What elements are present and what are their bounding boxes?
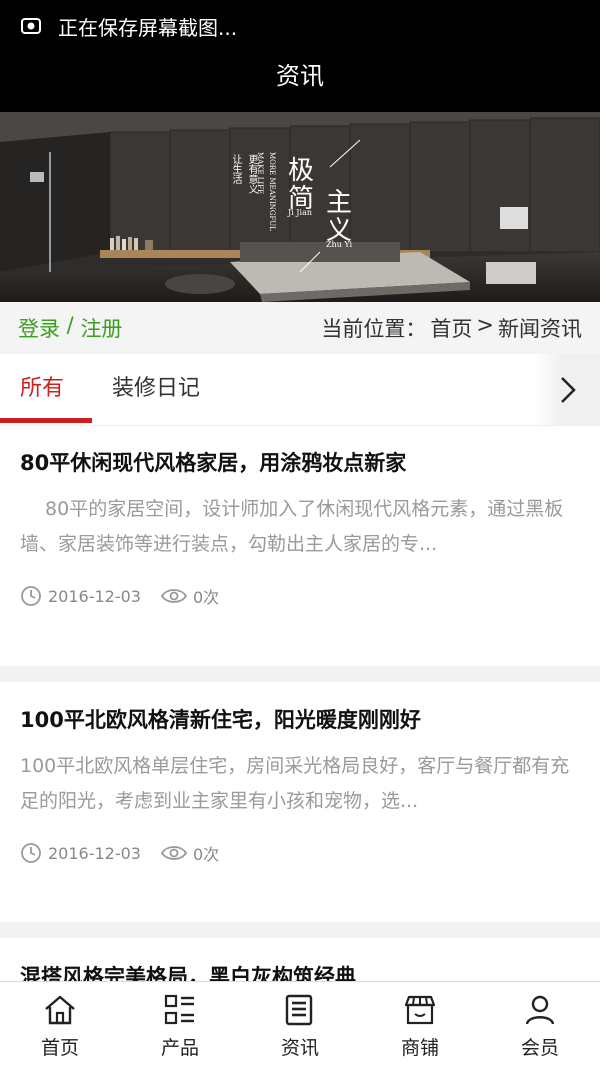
- article-item[interactable]: 混搭风格完美格局，黑白灰构筑经典: [0, 962, 600, 981]
- location-bar: 登录 / 注册 当前位置： 首页 > 新闻资讯: [0, 302, 600, 354]
- product-grid-icon: [164, 994, 194, 1025]
- breadcrumb-home[interactable]: 首页: [430, 313, 472, 343]
- article-summary: 100平北欧风格单层住宅，房间采光格局良好，客厅与餐厅都有充足的阳光，考虑到业主…: [20, 755, 570, 812]
- article-views-count: 0次: [192, 588, 220, 607]
- article-item[interactable]: 80平休闲现代风格家居，用涂鸦妆点新家 80平的家居空间，设计师加入了休闲现代风…: [0, 448, 600, 666]
- category-tabs: 所有 装修日记: [0, 354, 600, 426]
- breadcrumb-prefix: 当前位置：: [321, 317, 427, 341]
- article-divider: [0, 922, 600, 938]
- screenshot-icon: [20, 15, 42, 37]
- article-title[interactable]: 混搭风格完美格局，黑白灰构筑经典: [20, 962, 580, 981]
- article-date: 2016-12-03: [48, 843, 141, 863]
- article-item[interactable]: 100平北欧风格清新住宅，阳光暖度刚刚好 100平北欧风格单层住宅，房间采光格局…: [0, 705, 600, 923]
- eye-icon: [160, 589, 187, 603]
- tabs-scroll-right-button[interactable]: [536, 354, 600, 426]
- nav-shop-label: 商铺: [400, 1037, 439, 1059]
- nav-products[interactable]: 产品: [120, 982, 240, 1067]
- home-icon: [45, 995, 75, 1025]
- top-bar: 正在保存屏幕截图... 资讯: [0, 0, 600, 112]
- banner-image[interactable]: 极 简 Ji Jian 主 义 Zhu Yi 更有意义 让生活 MORE MEA…: [0, 112, 600, 302]
- article-views-count: 0次: [192, 845, 220, 864]
- breadcrumb-current: 新闻资讯: [498, 317, 582, 341]
- login-link[interactable]: 登录: [18, 313, 60, 343]
- article-title[interactable]: 100平北欧风格清新住宅，阳光暖度刚刚好: [20, 705, 580, 735]
- article-title[interactable]: 80平休闲现代风格家居，用涂鸦妆点新家: [20, 448, 580, 478]
- nav-home[interactable]: 首页: [0, 982, 120, 1067]
- banner-pinyin-1: Ji Jian: [288, 208, 312, 217]
- bottom-navigation: 首页 产品 资讯 商铺 会员: [0, 981, 600, 1067]
- news-icon: [285, 994, 313, 1026]
- nav-shop[interactable]: 商铺: [360, 982, 480, 1067]
- article-views: 0次: [160, 584, 220, 608]
- banner-english-1: MORE MEANINGFUL: [268, 152, 276, 231]
- clock-icon: [21, 843, 41, 863]
- nav-member[interactable]: 会员: [480, 982, 600, 1067]
- page-title: 资讯: [276, 62, 324, 90]
- tab-all[interactable]: 所有: [20, 354, 64, 426]
- user-icon: [525, 995, 555, 1025]
- tab-decoration-diary[interactable]: 装修日记: [112, 354, 200, 426]
- article-meta: 2016-12-03 0次: [20, 582, 580, 610]
- breadcrumb-arrow: >: [476, 313, 494, 337]
- banner-pinyin-2: Zhu Yi: [326, 240, 353, 249]
- article-meta: 2016-12-03 0次: [20, 839, 580, 867]
- nav-member-label: 会员: [520, 1037, 559, 1059]
- article-date: 2016-12-03: [48, 586, 141, 606]
- article-divider: [0, 666, 600, 682]
- article-summary: 80平的家居空间，设计师加入了休闲现代风格元素，通过黑板墙、家居装饰等进行装点，…: [20, 498, 564, 555]
- banner-subtitle-2: 让生活: [230, 154, 241, 184]
- nav-news[interactable]: 资讯: [240, 982, 360, 1067]
- login-separator: /: [60, 313, 81, 337]
- login-register: 登录 / 注册: [18, 313, 122, 343]
- nav-products-label: 产品: [160, 1037, 199, 1059]
- register-link[interactable]: 注册: [80, 313, 122, 343]
- chevron-right-icon: [561, 377, 576, 403]
- shop-icon: [404, 995, 436, 1025]
- banner-english-2: MAKE LIFE: [256, 152, 264, 195]
- eye-icon: [160, 846, 187, 860]
- status-bar: 正在保存屏幕截图...: [0, 0, 600, 52]
- nav-news-label: 资讯: [280, 1037, 319, 1059]
- nav-home-label: 首页: [40, 1037, 79, 1059]
- article-views: 0次: [160, 841, 220, 865]
- active-tab-indicator: [0, 418, 92, 423]
- status-text: 正在保存屏幕截图...: [58, 15, 238, 40]
- breadcrumb: 当前位置： 首页 > 新闻资讯: [321, 313, 582, 343]
- clock-icon: [21, 586, 41, 606]
